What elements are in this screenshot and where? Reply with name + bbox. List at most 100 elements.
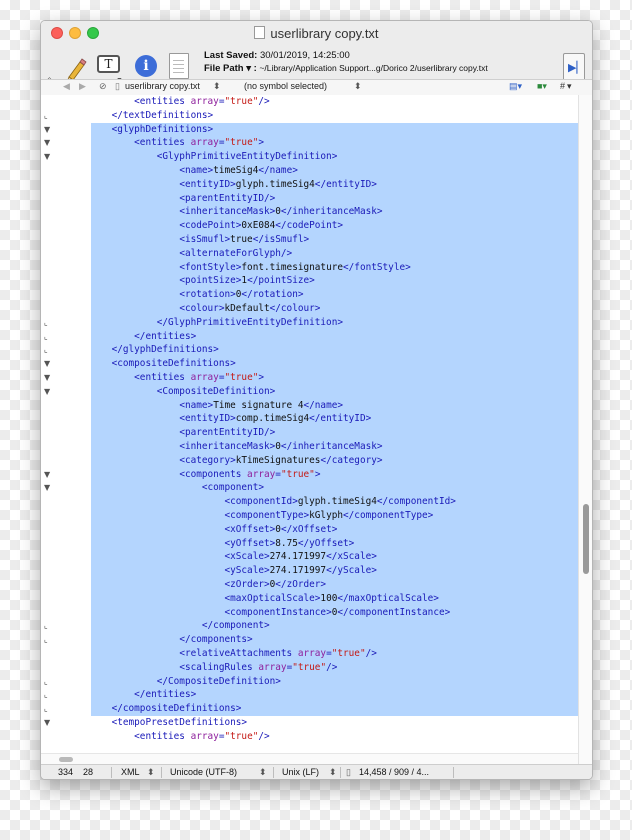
- code-line[interactable]: ▼ <components array="true">: [41, 467, 578, 482]
- info-icon[interactable]: i: [135, 55, 157, 77]
- code-line[interactable]: ▼ <compositeDefinitions>: [41, 357, 578, 371]
- vertical-scrollbar[interactable]: [578, 95, 592, 764]
- code-line[interactable]: <parentEntityID/>: [41, 191, 578, 206]
- code-line[interactable]: ▼ <CompositeDefinition>: [41, 384, 578, 399]
- fold-toggle-icon[interactable]: ▼: [44, 357, 58, 371]
- counterparts-icon[interactable]: ■▾: [537, 81, 547, 92]
- fold-end-icon[interactable]: ⌞: [44, 343, 58, 357]
- fold-end-icon[interactable]: ⌞: [44, 619, 58, 633]
- code-line[interactable]: <yOffset>8.75</yOffset>: [41, 536, 578, 551]
- code-line[interactable]: <componentInstance>0</componentInstance>: [41, 605, 578, 620]
- code-line[interactable]: <fontStyle>font.timesignature</fontStyle…: [41, 260, 578, 275]
- code-line[interactable]: <yScale>274.171997</yScale>: [41, 564, 578, 578]
- code-line[interactable]: ▼ <tempoPresetDefinitions>: [41, 716, 578, 730]
- back-arrow-icon[interactable]: ◀: [63, 81, 70, 92]
- horizontal-scroll-thumb[interactable]: [59, 757, 73, 762]
- fold-end-icon[interactable]: ⌞: [44, 688, 58, 702]
- fold-end-icon[interactable]: ⌞: [44, 316, 58, 330]
- code-line[interactable]: <name>timeSig4</name>: [41, 164, 578, 178]
- code-line[interactable]: ⌞ </entities>: [41, 688, 578, 703]
- code-line[interactable]: ⌞ </components>: [41, 633, 578, 647]
- code-line[interactable]: <entities array="true"/>: [41, 730, 578, 744]
- fold-end-icon[interactable]: ⌞: [44, 675, 58, 689]
- text-token: 274.171997: [269, 551, 327, 563]
- code-line[interactable]: <xOffset>0</xOffset>: [41, 522, 578, 537]
- file-path-label[interactable]: File Path ▾ :: [204, 63, 257, 74]
- fold-toggle-icon[interactable]: ▼: [44, 481, 58, 495]
- code-line[interactable]: <alternateForGlyph/>: [41, 246, 578, 261]
- xml-tag-token: </yOffset>: [297, 537, 355, 549]
- fold-toggle-icon[interactable]: ▼: [44, 468, 58, 482]
- code-line[interactable]: ⌞ </entities>: [41, 329, 578, 344]
- code-line[interactable]: ⌞ </component>: [41, 619, 578, 634]
- code-line[interactable]: <category>kTimeSignatures</category>: [41, 453, 578, 468]
- code-line[interactable]: <isSmufl>true</isSmufl>: [41, 233, 578, 247]
- fold-end-icon[interactable]: ⌞: [44, 702, 58, 716]
- line-endings-popup[interactable]: Unix (LF): [282, 767, 319, 777]
- fold-toggle-icon[interactable]: ▼: [44, 385, 58, 399]
- code-editor[interactable]: <entities array="true"/> ⌞ </textDefiniti…: [41, 95, 578, 764]
- window-title: userlibrary copy.txt: [41, 26, 592, 41]
- code-line[interactable]: ▼ <entities array="true">: [41, 136, 578, 151]
- file-popup-arrows-icon[interactable]: ⬍: [213, 81, 221, 92]
- attribute-name-token: array: [190, 96, 219, 107]
- code-line[interactable]: ⌞ </textDefinitions>: [41, 109, 578, 123]
- symbol-popup[interactable]: (no symbol selected): [244, 81, 327, 91]
- code-line[interactable]: <entities array="true"/>: [41, 95, 578, 109]
- syntax-popup[interactable]: XML: [121, 767, 140, 777]
- encoding-popup[interactable]: Unicode (UTF-8): [170, 767, 237, 777]
- forward-arrow-icon[interactable]: ▶: [79, 81, 86, 92]
- fold-toggle-icon[interactable]: ▼: [44, 136, 58, 150]
- code-line[interactable]: <relativeAttachments array="true"/>: [41, 647, 578, 661]
- code-line[interactable]: <pointSize>1</pointSize>: [41, 274, 578, 289]
- code-line[interactable]: <inheritanceMask>0</inheritanceMask>: [41, 205, 578, 220]
- code-line[interactable]: <rotation>0</rotation>: [41, 288, 578, 302]
- code-line[interactable]: ⌞ </compositeDefinitions>: [41, 702, 578, 716]
- code-line[interactable]: <name>Time signature 4</name>: [41, 398, 578, 413]
- encoding-popup-arrows-icon[interactable]: ⬍: [259, 767, 267, 778]
- xml-tag-token: <category>: [179, 454, 236, 466]
- symbol-popup-arrows-icon[interactable]: ⬍: [354, 81, 362, 92]
- syntax-popup-arrows-icon[interactable]: ⬍: [147, 767, 155, 778]
- hash-menu-caret-icon[interactable]: ▾: [567, 81, 572, 92]
- code-line[interactable]: <inheritanceMask>0</inheritanceMask>: [41, 440, 578, 454]
- xml-tag-token: </compositeDefinitions>: [111, 703, 242, 715]
- code-line[interactable]: <zOrder>0</zOrder>: [41, 578, 578, 592]
- fold-toggle-icon[interactable]: ▼: [44, 150, 58, 164]
- code-line[interactable]: ▼ <entities array="true">: [41, 371, 578, 385]
- code-line[interactable]: <maxOpticalScale>100</maxOpticalScale>: [41, 591, 578, 606]
- vertical-scroll-thumb[interactable]: [583, 504, 589, 574]
- code-line[interactable]: <entityID>comp.timeSig4</entityID>: [41, 412, 578, 427]
- fold-end-icon[interactable]: ⌞: [44, 330, 58, 344]
- code-line[interactable]: <scalingRules array="true"/>: [41, 660, 578, 675]
- document-page-icon[interactable]: [169, 53, 189, 79]
- text-tool-icon[interactable]: T: [97, 55, 120, 73]
- fold-end-icon[interactable]: ⌞: [44, 109, 58, 123]
- code-line[interactable]: ⌞ </GlyphPrimitiveEntityDefinition>: [41, 315, 578, 330]
- code-line[interactable]: <parentEntityID/>: [41, 426, 578, 440]
- code-line[interactable]: ⌞ </glyphDefinitions>: [41, 343, 578, 358]
- code-line[interactable]: ▼ <glyphDefinitions>: [41, 122, 578, 137]
- sidebar-toggle-button[interactable]: ▶▏: [563, 53, 585, 81]
- fold-toggle-icon[interactable]: ▼: [44, 371, 58, 385]
- line-endings-popup-arrows-icon[interactable]: ⬍: [329, 767, 337, 778]
- indent-token: [89, 579, 224, 590]
- hash-menu[interactable]: #: [560, 81, 565, 91]
- code-line[interactable]: <entityID>glyph.timeSig4</entityID>: [41, 177, 578, 192]
- fold-end-icon[interactable]: ⌞: [44, 633, 58, 647]
- markers-icon[interactable]: ▤▾: [509, 81, 522, 92]
- indent-token: [89, 455, 179, 466]
- code-line[interactable]: <componentId>glyph.timeSig4</componentId…: [41, 495, 578, 509]
- code-line[interactable]: ▼ <GlyphPrimitiveEntityDefinition>: [41, 150, 578, 164]
- last-saved-value: 30/01/2019, 14:25:00: [259, 50, 350, 61]
- fold-toggle-icon[interactable]: ▼: [44, 123, 58, 137]
- code-line[interactable]: ▼ <component>: [41, 481, 578, 496]
- code-line[interactable]: <xScale>274.171997</xScale>: [41, 550, 578, 565]
- code-line[interactable]: <componentType>kGlyph</componentType>: [41, 509, 578, 523]
- file-popup[interactable]: userlibrary copy.txt: [125, 81, 200, 91]
- code-line[interactable]: <codePoint>0xE084</codePoint>: [41, 219, 578, 233]
- code-line[interactable]: ⌞ </CompositeDefinition>: [41, 674, 578, 689]
- code-line[interactable]: <colour>kDefault</colour>: [41, 302, 578, 316]
- fold-toggle-icon[interactable]: ▼: [44, 716, 58, 730]
- lock-icon[interactable]: ⊘: [99, 81, 107, 92]
